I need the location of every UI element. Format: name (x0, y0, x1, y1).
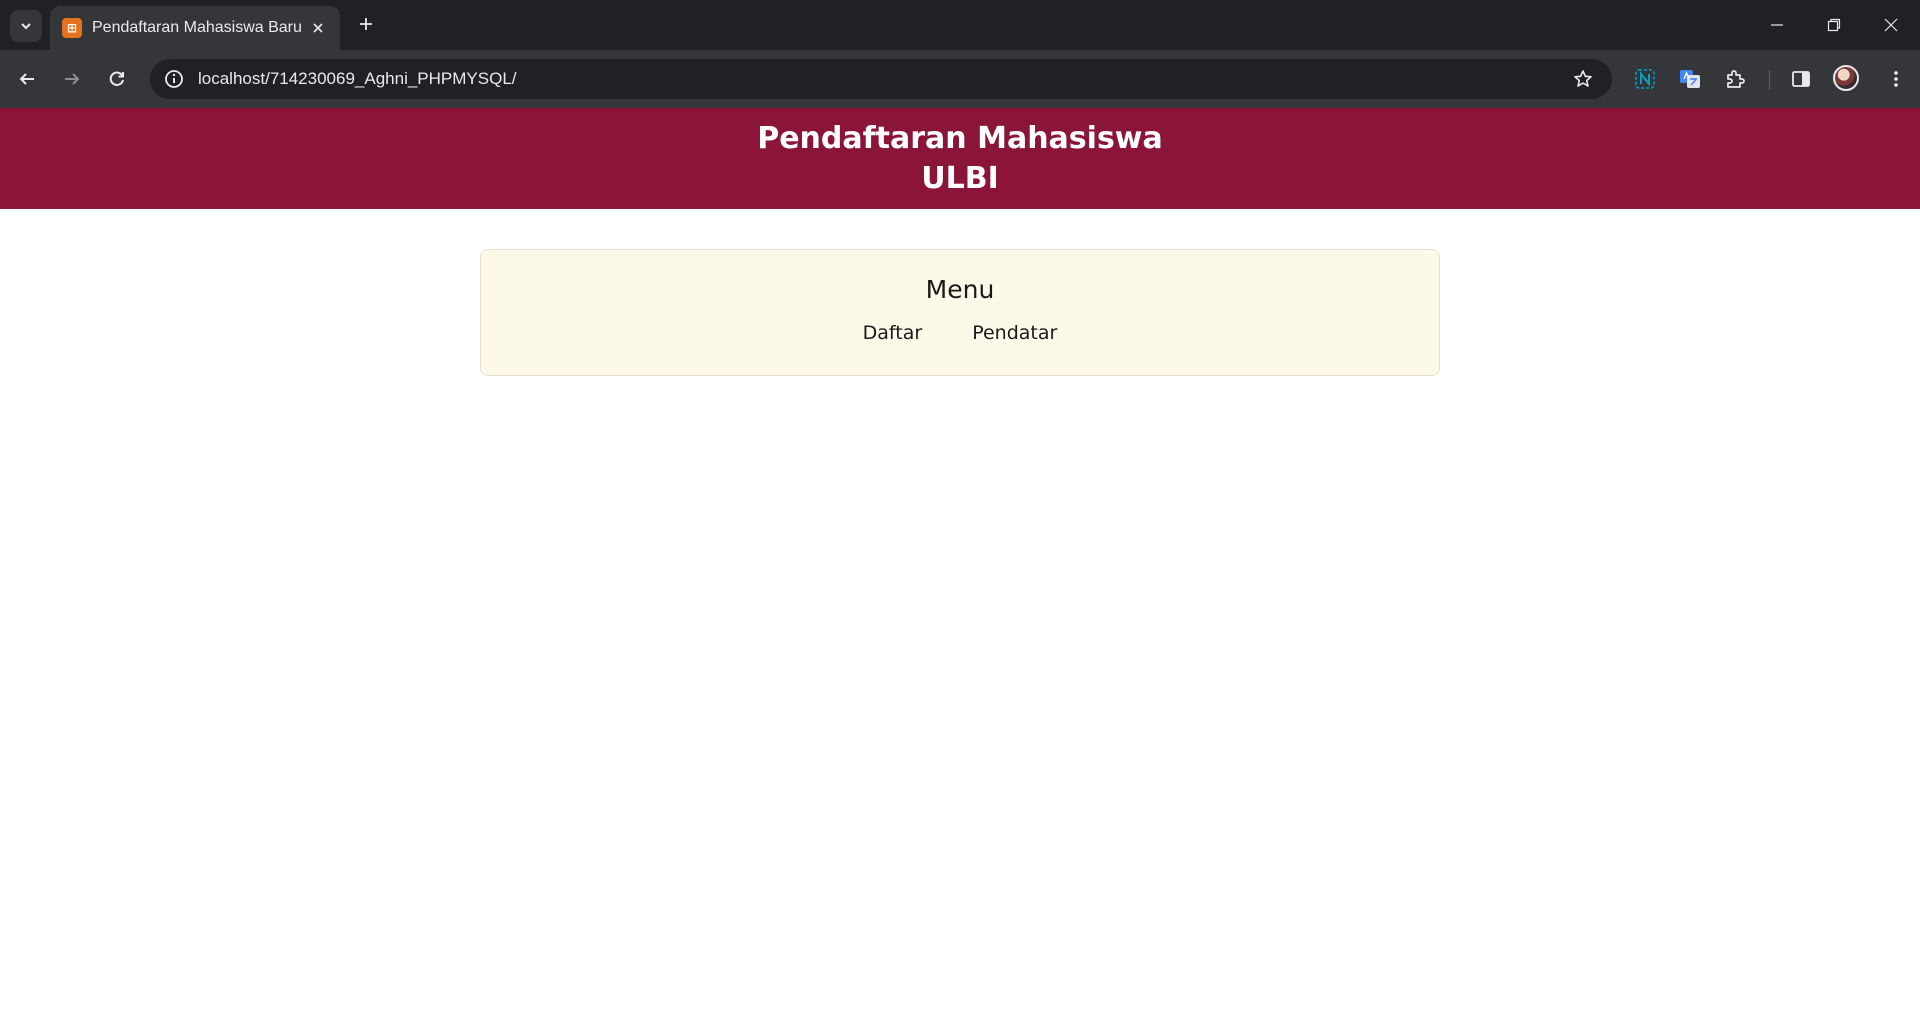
minimize-icon (1771, 24, 1783, 26)
tab-close-button[interactable] (308, 18, 328, 38)
arrow-right-icon (65, 73, 80, 85)
restore-icon (1827, 18, 1841, 32)
menu-title: Menu (925, 275, 995, 304)
menu-links: Daftar Pendatar (863, 322, 1058, 344)
close-icon (1884, 18, 1898, 32)
menu-card: Menu Daftar Pendatar (480, 249, 1440, 376)
url-text: localhost/714230069_Aghni_PHPMYSQL/ (198, 69, 517, 88)
info-icon (165, 70, 183, 88)
tab-search-button[interactable] (10, 10, 42, 42)
profile-avatar[interactable] (1833, 65, 1859, 91)
reload-button[interactable] (100, 62, 134, 96)
translate-icon (1680, 70, 1700, 88)
minimize-button[interactable] (1748, 0, 1806, 50)
browser-tabstrip: ⊞ Pendaftaran Mahasiswa Baru (0, 0, 1920, 50)
plus-icon (360, 18, 372, 30)
browser-toolbar: localhost/714230069_Aghni_PHPMYSQL/ (0, 50, 1920, 108)
puzzle-icon (1727, 70, 1745, 88)
close-icon (313, 23, 323, 33)
n-extension-icon (1635, 69, 1655, 89)
browser-menu-button[interactable] (1880, 63, 1912, 95)
side-panel-button[interactable] (1785, 63, 1817, 95)
page-title-line2: ULBI (921, 160, 999, 196)
restore-button[interactable] (1805, 0, 1863, 50)
bookmark-button[interactable] (1570, 66, 1596, 92)
tab-title: Pendaftaran Mahasiswa Baru (92, 19, 302, 36)
window-close-button[interactable] (1862, 0, 1920, 50)
new-tab-button[interactable] (352, 10, 380, 38)
site-info-button[interactable] (162, 67, 186, 91)
menu-link-pendatar[interactable]: Pendatar (972, 322, 1057, 344)
star-icon (1574, 70, 1592, 87)
browser-tab[interactable]: ⊞ Pendaftaran Mahasiswa Baru (50, 6, 340, 50)
forward-button[interactable] (55, 62, 89, 96)
address-bar[interactable]: localhost/714230069_Aghni_PHPMYSQL/ (150, 59, 1612, 99)
arrow-left-icon (19, 73, 34, 85)
reload-icon (109, 71, 124, 86)
side-panel-icon (1792, 71, 1810, 87)
extensions-button[interactable] (1719, 63, 1751, 95)
more-vertical-icon (1894, 71, 1898, 87)
page-title-line1: Pendaftaran Mahasiswa (757, 120, 1163, 156)
back-button[interactable] (10, 62, 44, 96)
chevron-down-icon (21, 23, 31, 30)
page-header: Pendaftaran Mahasiswa ULBI (0, 108, 1920, 209)
extension-n-button[interactable] (1629, 63, 1661, 95)
translate-extension-button[interactable] (1674, 63, 1706, 95)
menu-link-daftar[interactable]: Daftar (863, 322, 923, 344)
toolbar-divider (1769, 70, 1770, 90)
xampp-favicon-icon: ⊞ (62, 18, 82, 38)
